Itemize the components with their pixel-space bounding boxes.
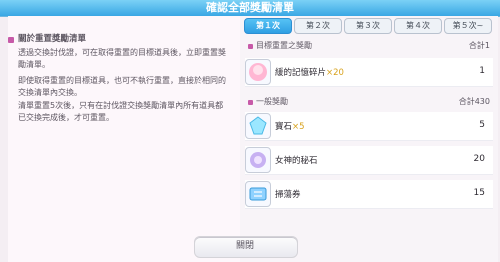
- section-bullet-icon: [248, 100, 253, 105]
- reward-item-goddess-stone: 女神的秘石 20: [245, 146, 493, 175]
- close-button-label: 關閉: [235, 241, 254, 251]
- reward-item-sweep-ticket: 掃蕩券 15: [245, 180, 493, 209]
- item-qty: 1: [479, 66, 485, 76]
- tab-1st[interactable]: 第１次: [244, 18, 292, 34]
- section-bullet-icon: [248, 44, 253, 49]
- reward-item-gem: 寶石×5 5: [245, 112, 493, 141]
- info-paragraph-1: 透過交換討伐證，可在取得重置的目標道具後，立即重置獎勵清單。: [18, 48, 226, 69]
- item-qty: 5: [479, 120, 485, 130]
- item-name: 寶石×5: [275, 122, 305, 132]
- target-reward-total: 合計1: [468, 41, 490, 50]
- info-title: 關於重置獎勵清單: [8, 33, 228, 45]
- general-reward-header: 一般獎勵 合計430: [248, 96, 490, 108]
- reward-item-memory-piece: 緩的記憶碎片×20 1: [245, 58, 493, 87]
- target-reward-header: 目標重置之獎勵 合計1: [248, 40, 490, 52]
- item-qty: 15: [473, 188, 485, 198]
- tab-3rd[interactable]: 第３次: [344, 18, 392, 34]
- tab-5th-plus[interactable]: 第５次~: [444, 18, 492, 34]
- target-reward-label: 目標重置之獎勵: [256, 41, 312, 50]
- reset-tabs: 第１次 第２次 第３次 第４次 第５次~: [244, 18, 492, 34]
- goddess-stone-icon: [245, 147, 271, 173]
- memory-piece-icon: [245, 59, 271, 85]
- item-name: 掃蕩券: [275, 190, 301, 200]
- item-qty: 20: [473, 154, 485, 164]
- info-paragraph-3: 清單重置5次後，只有在討伐證交換獎勵清單內所有道具都已交換完成後，才可重置。: [18, 101, 224, 122]
- tab-2nd[interactable]: 第２次: [294, 18, 342, 34]
- general-reward-label: 一般獎勵: [256, 97, 288, 106]
- info-paragraph-2: 即使取得重置的目標道具，也可不執行重置，直接於相同的交換清單內交換。: [18, 76, 226, 97]
- item-name: 女神的秘石: [275, 156, 318, 166]
- gem-icon: [245, 113, 271, 139]
- sweep-ticket-icon: [245, 181, 271, 207]
- dialog-title: 確認全部獎勵清單: [206, 1, 294, 14]
- general-reward-total: 合計430: [458, 97, 490, 106]
- tab-4th[interactable]: 第４次: [394, 18, 442, 34]
- item-name: 緩的記憶碎片×20: [275, 68, 344, 78]
